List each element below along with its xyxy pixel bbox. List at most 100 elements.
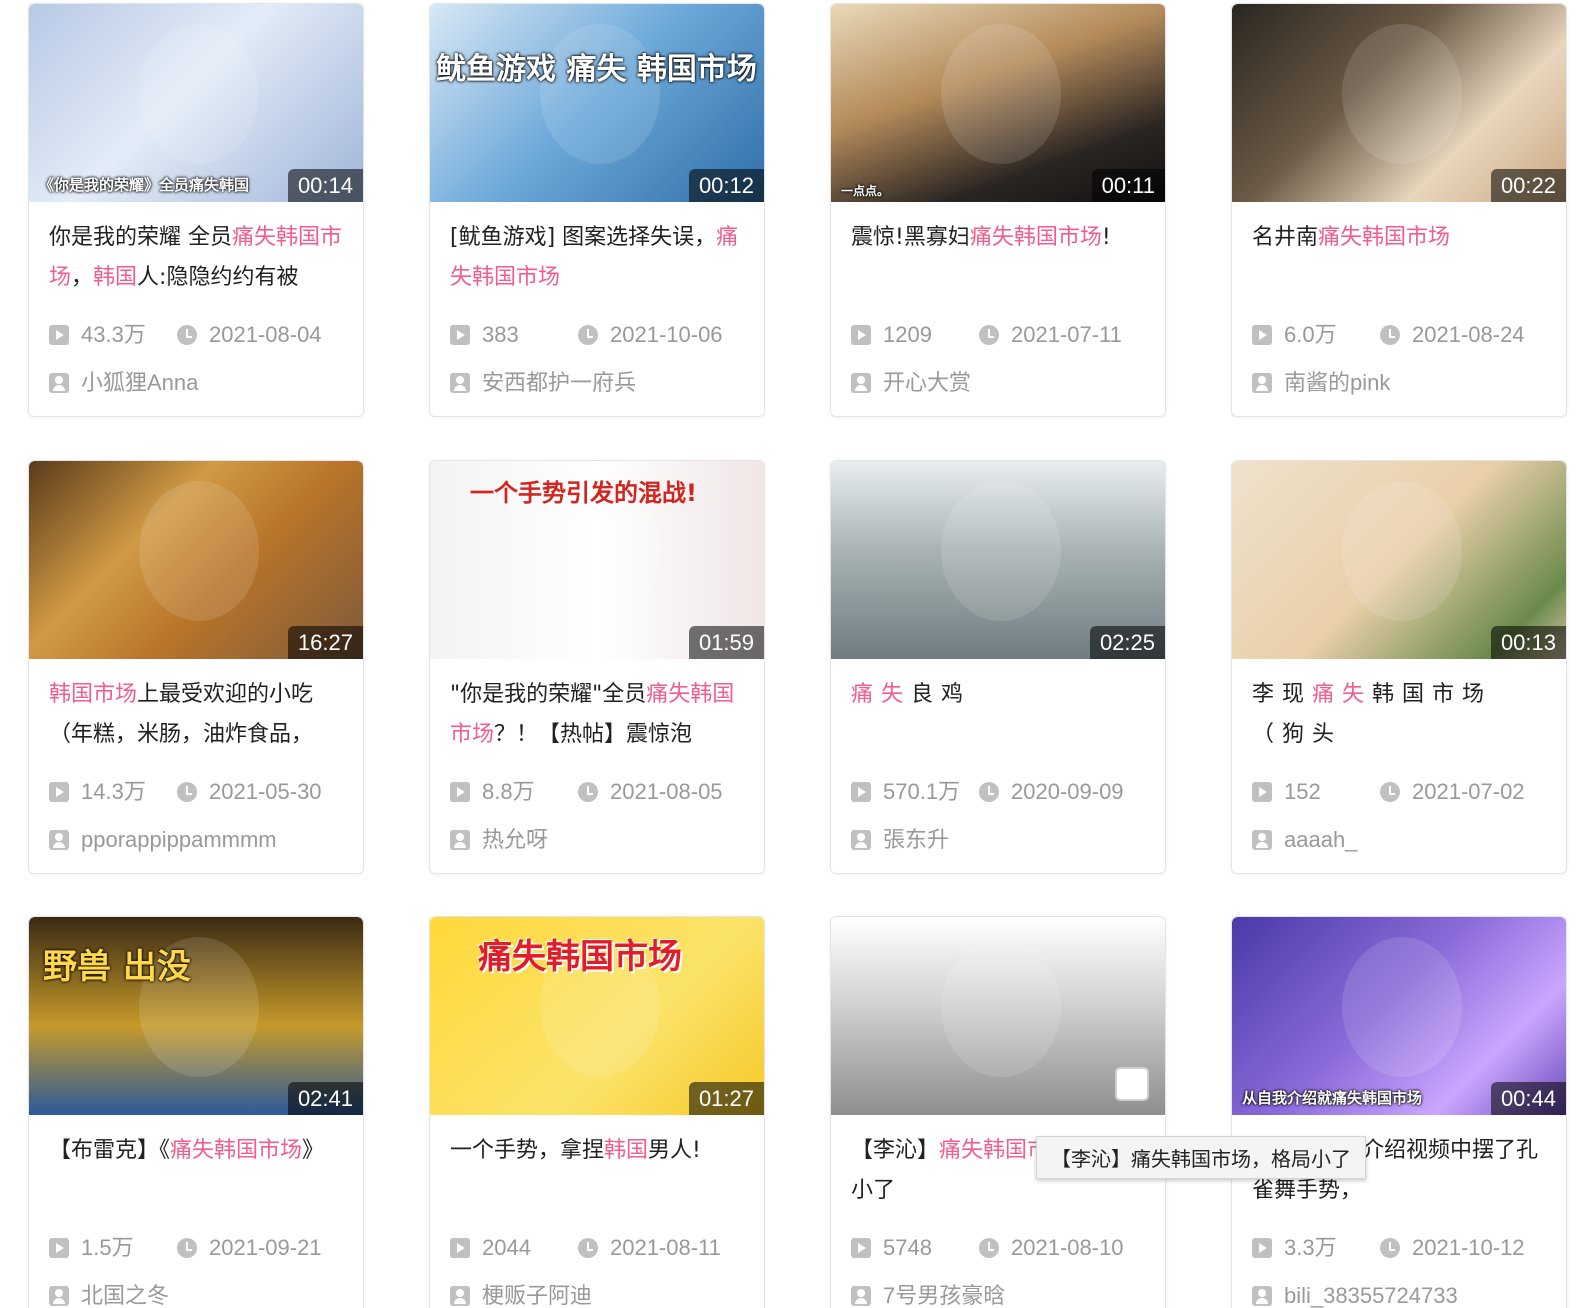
view-count: 2044 [450, 1233, 531, 1263]
user-icon [851, 830, 871, 850]
upload-date: 2021-07-11 [979, 320, 1122, 350]
play-count-icon [851, 325, 871, 345]
video-card[interactable]: 00:13 李现痛失韩国市场（狗头 152 2021-07-02 aaaah_ [1231, 460, 1567, 874]
video-thumbnail[interactable] [831, 917, 1165, 1115]
video-title[interactable]: "你是我的荣耀"全员痛失韩国市场？！【热帖】震惊泡 [450, 675, 750, 759]
video-thumbnail[interactable]: 鱿鱼游戏 痛失 韩国市场 00:12 [430, 4, 764, 202]
video-card[interactable]: 鱿鱼游戏 痛失 韩国市场 00:12 [鱿鱼游戏] 图案选择失误，痛失韩国市场 383… [429, 3, 765, 417]
duration-badge: 16:27 [287, 626, 363, 659]
upload-date: 2021-08-11 [578, 1233, 721, 1263]
view-count: 1.5万 [49, 1233, 134, 1263]
view-count-value: 43.3万 [81, 322, 146, 347]
video-thumbnail[interactable]: 从自我介绍就痛失韩国市场 00:44 [1232, 917, 1566, 1115]
uploader-link[interactable]: 梗贩子阿迪 [450, 1281, 592, 1308]
video-thumbnail[interactable]: 一个手势引发的混战! 01:59 [430, 461, 764, 659]
thumbnail-shape [941, 24, 1061, 164]
video-card[interactable]: 从自我介绍就痛失韩国市场 00:44 因为在自我介绍视频中摆了孔雀舞手势， 3.3万 2… [1231, 916, 1567, 1308]
video-card[interactable]: 痛失韩国市场 01:27 一个手势，拿捏韩国男人! 2044 2021-08-11 梗贩子… [429, 916, 765, 1308]
video-card[interactable]: 00:22 名井南痛失韩国市场 6.0万 2021-08-24 南酱的pink [1231, 3, 1567, 417]
uploader-link[interactable]: 北国之冬 [49, 1281, 169, 1308]
play-count-icon [450, 325, 470, 345]
video-thumbnail[interactable]: 痛失韩国市场 01:27 [430, 917, 764, 1115]
video-card[interactable]: 《你是我的荣耀》全员痛失韩国 00:14 你是我的荣耀 全员痛失韩国市场，韩国人:隐… [28, 3, 364, 417]
upload-date: 2021-10-06 [578, 320, 723, 350]
title-text: ， [71, 265, 94, 290]
upload-date-value: 2021-08-04 [209, 322, 322, 347]
play-count-icon [49, 325, 69, 345]
uploader-link[interactable]: 張东升 [851, 825, 949, 855]
duration-badge: 00:11 [1091, 169, 1165, 202]
uploader-link[interactable]: 安西都护一府兵 [450, 368, 636, 398]
video-thumbnail[interactable]: 00:22 [1232, 4, 1566, 202]
uploader-link[interactable]: 热允呀 [450, 825, 548, 855]
video-thumbnail[interactable]: 野兽 出没 02:41 [29, 917, 363, 1115]
user-icon [49, 373, 69, 393]
user-icon [450, 1286, 470, 1306]
video-title[interactable]: 名井南痛失韩国市场 [1252, 218, 1552, 302]
uploader-link[interactable]: bili_38355724733 [1252, 1281, 1458, 1308]
thumbnail-caption: 一点点。 [841, 184, 890, 198]
video-title[interactable]: 韩国市场上最受欢迎的小吃（年糕，米肠，油炸食品， [49, 675, 349, 759]
view-count-value: 1.5万 [81, 1235, 134, 1260]
uploader-link[interactable]: 开心大赏 [851, 368, 971, 398]
video-title[interactable]: 你是我的荣耀 全员痛失韩国市场，韩国人:隐隐约约有被 [49, 218, 349, 302]
upload-date: 2021-08-24 [1380, 320, 1525, 350]
video-card[interactable]: 【李沁】痛失韩国市场，格局小了57482021-08-107号男孩豪晗 [830, 916, 1166, 1308]
user-icon [1252, 373, 1272, 393]
duration-badge: 00:12 [688, 169, 764, 202]
user-icon [49, 1286, 69, 1306]
clock-icon [177, 782, 197, 802]
video-card[interactable]: 16:27 韩国市场上最受欢迎的小吃（年糕，米肠，油炸食品， 14.3万 2021-0… [28, 460, 364, 874]
clock-icon [1380, 1238, 1400, 1258]
video-title[interactable]: [鱿鱼游戏] 图案选择失误，痛失韩国市场 [450, 218, 750, 302]
view-count: 3.3万 [1252, 1233, 1337, 1263]
upload-date: 2021-07-02 [1380, 777, 1525, 807]
video-title[interactable]: 一个手势，拿捏韩国男人! [450, 1131, 750, 1215]
title-keyword: 韩国 [93, 265, 138, 290]
title-keyword: 痛失 [1312, 682, 1373, 707]
video-card[interactable]: 02:25 痛失良鸡 570.1万 2020-09-09 張东升 [830, 460, 1166, 874]
upload-date-value: 2021-07-11 [1011, 322, 1122, 347]
play-count-icon [851, 1238, 871, 1258]
video-card[interactable]: 一个手势引发的混战! 01:59 "你是我的荣耀"全员痛失韩国市场？！【热帖】震惊泡… [429, 460, 765, 874]
thumbnail-shape [1342, 24, 1462, 164]
watch-later-icon[interactable] [1115, 1067, 1149, 1101]
uploader-link[interactable]: 小狐狸Anna [49, 368, 198, 398]
uploader-link[interactable]: 7号男孩豪晗 [851, 1281, 1005, 1308]
uploader-name: 热允呀 [482, 827, 549, 852]
uploader-name: 安西都护一府兵 [482, 370, 637, 395]
video-title[interactable]: 【布雷克】《痛失韩国市场》 [49, 1131, 349, 1215]
view-count-value: 8.8万 [482, 779, 535, 804]
view-count-value: 5748 [883, 1235, 932, 1260]
title-text: 【李沁】 [851, 1138, 940, 1163]
video-thumbnail[interactable]: 16:27 [29, 461, 363, 659]
video-thumbnail[interactable]: 一点点。 00:11 [831, 4, 1165, 202]
clock-icon [578, 325, 598, 345]
video-card[interactable]: 野兽 出没 02:41 【布雷克】《痛失韩国市场》 1.5万 2021-09-21 北国之… [28, 916, 364, 1308]
uploader-name: aaaah_ [1284, 827, 1358, 852]
uploader-link[interactable]: aaaah_ [1252, 825, 1357, 855]
view-count-value: 1209 [883, 322, 932, 347]
uploader-name: 梗贩子阿迪 [482, 1283, 593, 1308]
upload-date-value: 2020-09-09 [1011, 779, 1124, 804]
video-thumbnail[interactable]: 《你是我的荣耀》全员痛失韩国 00:14 [29, 4, 363, 202]
video-card[interactable]: 一点点。 00:11 震惊!黑寡妇痛失韩国市场! 1209 2021-07-11 开心大赏 [830, 3, 1166, 417]
uploader-name: pporappippammmm [81, 827, 277, 852]
video-title[interactable]: 痛失良鸡 [851, 675, 1151, 759]
upload-date-value: 2021-08-24 [1412, 322, 1525, 347]
play-count-icon [49, 782, 69, 802]
clock-icon [578, 782, 598, 802]
video-title[interactable]: 李现痛失韩国市场（狗头 [1252, 675, 1552, 759]
video-title[interactable]: 震惊!黑寡妇痛失韩国市场! [851, 218, 1151, 302]
uploader-link[interactable]: pporappippammmm [49, 825, 277, 855]
upload-date: 2021-10-12 [1380, 1233, 1525, 1263]
video-grid: 《你是我的荣耀》全员痛失韩国 00:14 你是我的荣耀 全员痛失韩国市场，韩国人:隐… [0, 0, 1580, 1308]
video-thumbnail[interactable]: 00:13 [1232, 461, 1566, 659]
play-count-icon [49, 1238, 69, 1258]
user-icon [851, 373, 871, 393]
thumbnail-shape [941, 481, 1061, 621]
video-thumbnail[interactable]: 02:25 [831, 461, 1165, 659]
title-keyword: 痛失 [851, 682, 912, 707]
uploader-link[interactable]: 南酱的pink [1252, 368, 1390, 398]
title-keyword: 韩国 [604, 1138, 649, 1163]
